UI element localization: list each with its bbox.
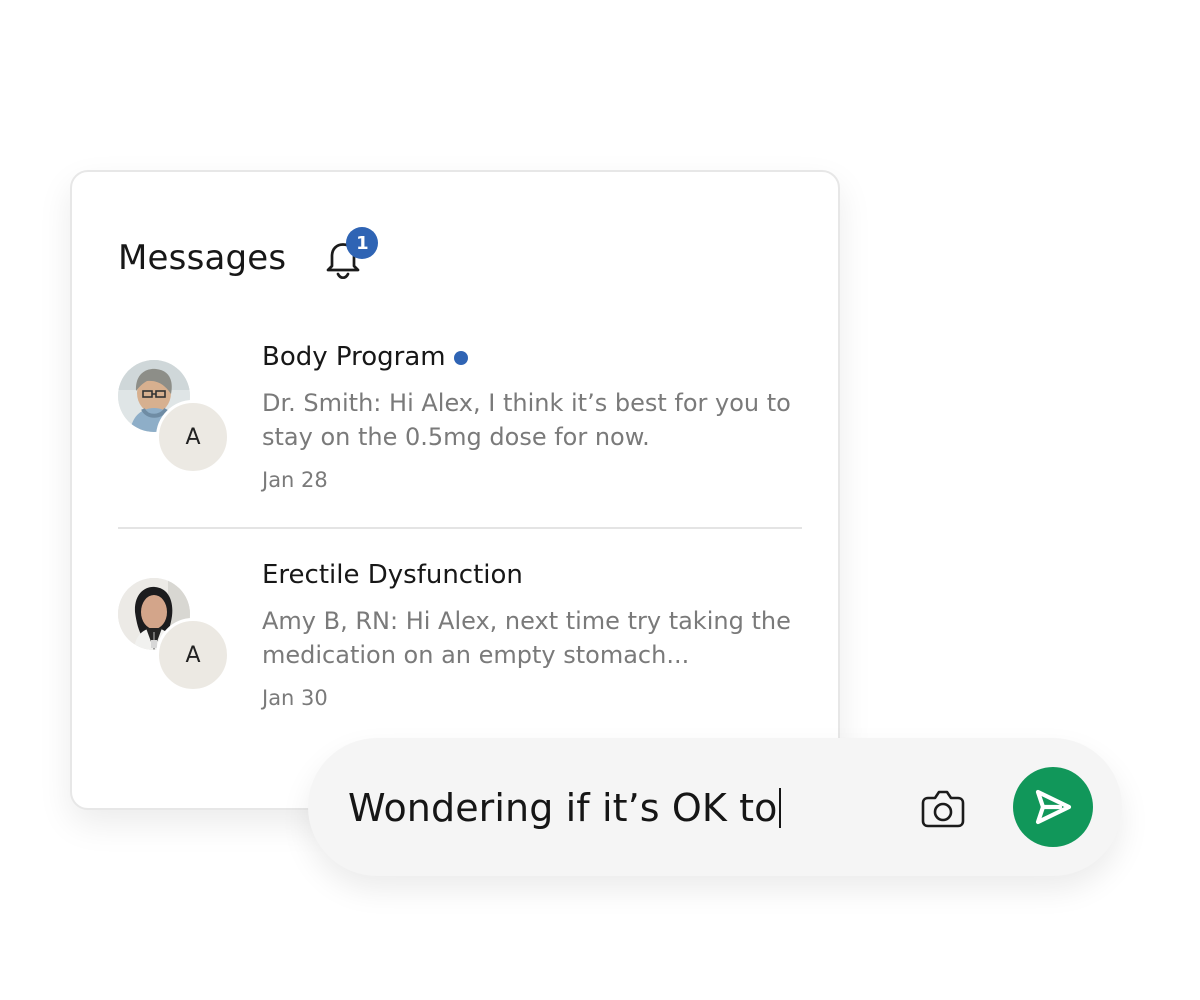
messages-title: Messages (118, 238, 287, 278)
thread-content: Body Program Dr. Smith: Hi Alex, I think… (262, 340, 802, 494)
user-initial-avatar: A (156, 618, 230, 692)
message-input-value: Wondering if it’s OK to (348, 786, 778, 830)
message-preview: Amy B, RN: Hi Alex, next time try taking… (262, 607, 791, 669)
avatar-stack: A (118, 360, 230, 474)
thread-title: Erectile Dysfunction (262, 560, 523, 590)
message-composer[interactable]: Wondering if it’s OK to (308, 738, 1122, 876)
messages-header: Messages 1 (118, 227, 379, 286)
thread-title: Body Program (262, 340, 802, 374)
message-date: Jan 30 (262, 686, 328, 710)
message-input[interactable]: Wondering if it’s OK to (348, 782, 782, 834)
message-date: Jan 28 (262, 468, 328, 492)
text-cursor (779, 788, 782, 828)
messages-card: Messages 1 A Body Program Dr. Smith: Hi … (70, 170, 840, 810)
notification-badge: 1 (346, 227, 379, 259)
camera-icon (921, 790, 965, 828)
unread-indicator (453, 351, 468, 365)
camera-button[interactable] (920, 784, 966, 830)
notifications-button[interactable]: 1 (320, 227, 379, 281)
thread-content: Erectile Dysfunction Amy B, RN: Hi Alex,… (262, 558, 802, 712)
thread-divider (118, 527, 802, 529)
send-button[interactable] (1013, 767, 1093, 847)
avatar-stack: A (118, 578, 230, 692)
message-preview: Dr. Smith: Hi Alex, I think it’s best fo… (262, 389, 791, 451)
send-icon (1035, 789, 1072, 825)
user-initial-avatar: A (156, 400, 230, 474)
thread-title-text: Body Program (262, 342, 446, 372)
